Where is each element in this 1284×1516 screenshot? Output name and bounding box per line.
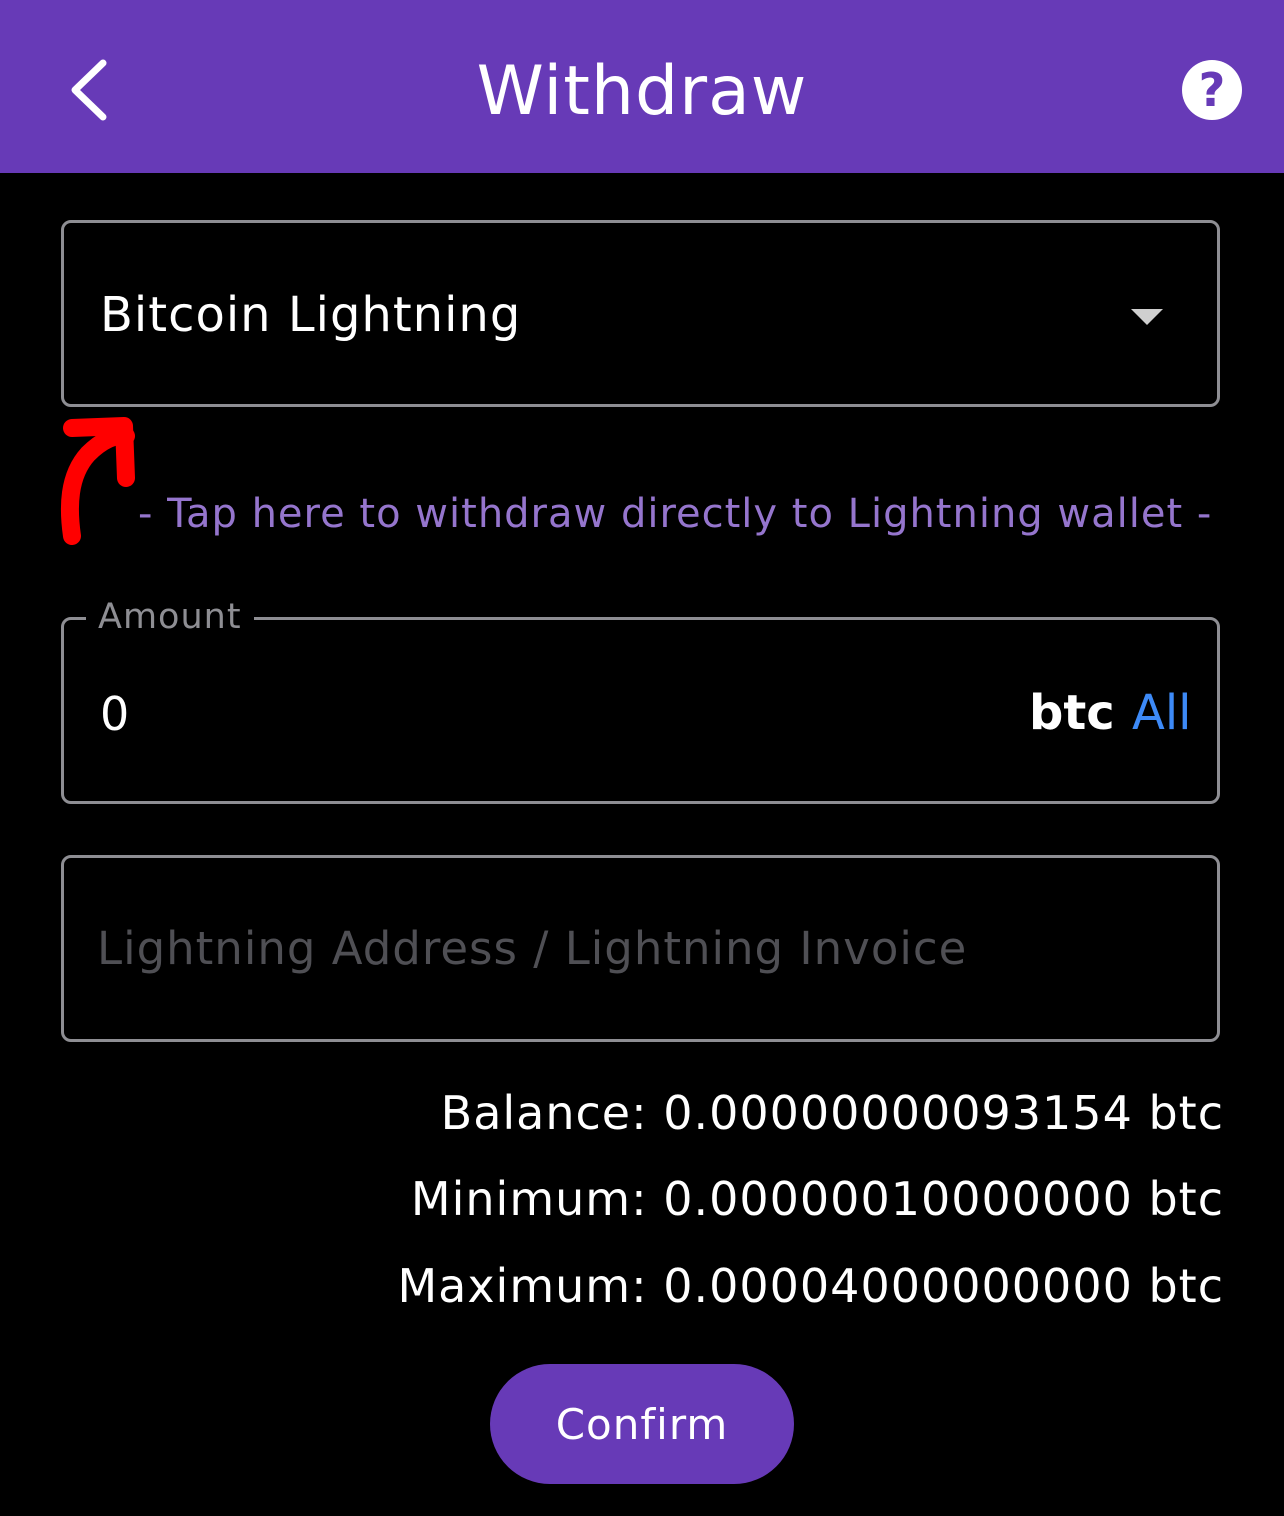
lightning-withdraw-hint[interactable]: - Tap here to withdraw directly to Light…: [138, 486, 1212, 542]
amount-label: Amount: [86, 594, 254, 640]
lightning-address-input[interactable]: [97, 898, 1177, 998]
app-bar: Withdraw ?: [0, 0, 1284, 173]
confirm-button[interactable]: Confirm: [490, 1364, 794, 1484]
minimum-text: Minimum: 0.00000010000000 btc: [410, 1172, 1224, 1226]
balance-text: Balance: 0.00000000093154 btc: [440, 1086, 1224, 1140]
amount-field[interactable]: Amount 0 btc All: [61, 594, 1220, 804]
maximum-text: Maximum: 0.00004000000000 btc: [397, 1259, 1224, 1313]
hand-drawn-red-arrow-icon: [60, 417, 135, 545]
all-button[interactable]: All: [1132, 682, 1192, 744]
amount-unit: btc: [1029, 685, 1115, 741]
svg-text:?: ?: [1199, 63, 1226, 117]
network-select-value: Bitcoin Lightning: [100, 287, 522, 343]
amount-input[interactable]: 0: [100, 684, 129, 744]
page-title: Withdraw: [476, 52, 808, 131]
network-select[interactable]: Bitcoin Lightning: [61, 220, 1220, 407]
caret-down-icon: [1131, 309, 1163, 325]
help-button[interactable]: ?: [1180, 58, 1244, 122]
help-circle-icon: ?: [1182, 60, 1242, 120]
address-field[interactable]: [61, 855, 1220, 1042]
